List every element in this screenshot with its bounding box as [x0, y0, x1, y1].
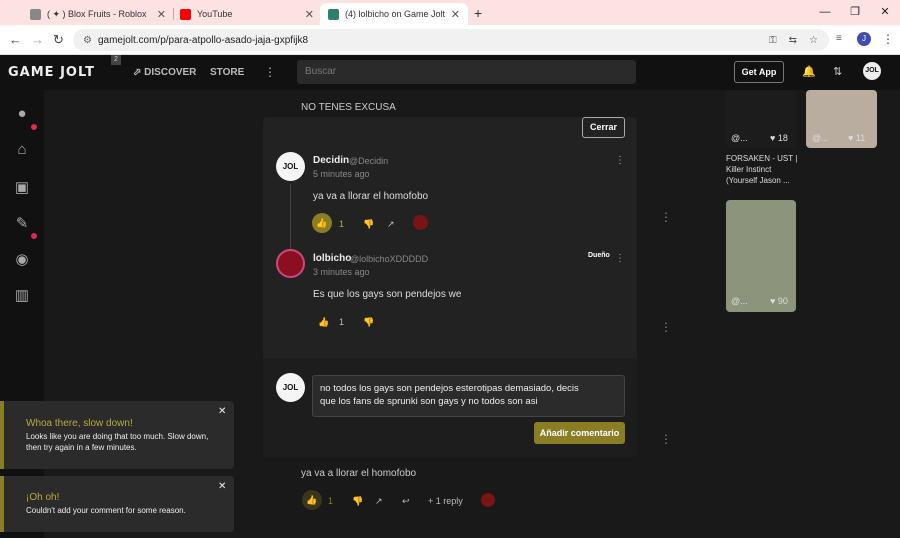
- thumb-author: @...: [731, 296, 748, 306]
- roblox-icon: [30, 8, 41, 20]
- comment-avatar[interactable]: JOL: [276, 152, 305, 181]
- toast-message: Looks like you are doing that too much. …: [26, 432, 209, 452]
- liker-avatar[interactable]: [413, 215, 428, 230]
- close-icon[interactable]: ✕: [451, 8, 460, 21]
- comment-author[interactable]: Decidin: [313, 155, 349, 166]
- comment-menu-icon[interactable]: ⋮: [615, 155, 625, 166]
- dislike-icon[interactable]: 👎: [363, 219, 374, 230]
- tab-blox-fruits[interactable]: ( ✦ ) Blox Fruits - Roblox ✕: [22, 3, 174, 25]
- profile-avatar[interactable]: J: [857, 32, 871, 46]
- share-icon[interactable]: ↗: [387, 219, 395, 230]
- window-controls: — ❐ ✕: [810, 0, 900, 25]
- like-count: 1: [339, 219, 345, 229]
- close-icon[interactable]: ✕: [157, 8, 166, 21]
- comment-menu-icon[interactable]: ⋮: [615, 253, 625, 264]
- library-icon[interactable]: ▥: [10, 284, 34, 308]
- feed-like-count: 1: [328, 496, 334, 506]
- bookmark-star-icon[interactable]: ☆: [809, 35, 818, 46]
- password-key-icon[interactable]: ⚿: [769, 35, 777, 46]
- comment-input[interactable]: no todos los gays son pendejos esterotip…: [312, 375, 625, 417]
- site-info-icon[interactable]: ⚙: [83, 35, 92, 46]
- feed-kebab-icon[interactable]: ⋮: [660, 432, 672, 446]
- feed-like-button[interactable]: 👍: [302, 490, 322, 510]
- extensions-icon[interactable]: ≡: [836, 33, 842, 44]
- toast-title: Whoa there, slow down!: [26, 418, 133, 429]
- translate-icon[interactable]: ⇆: [789, 35, 797, 46]
- owner-badge: Dueño: [588, 252, 610, 259]
- reply-icon[interactable]: ↩: [402, 496, 410, 507]
- thumb-likes: ♥ 18: [770, 133, 788, 143]
- tab-youtube[interactable]: YouTube ✕: [172, 3, 322, 25]
- maximize-icon[interactable]: ❐: [840, 0, 870, 25]
- comment-body: ya va a llorar el homofobo: [313, 191, 429, 202]
- back-icon[interactable]: ←: [9, 32, 22, 47]
- minimize-icon[interactable]: —: [810, 0, 840, 25]
- thumb-likes: ♥ 11: [848, 133, 866, 143]
- forward-icon[interactable]: →: [31, 32, 44, 47]
- feed-comment-text: ya va a llorar el homofobo: [301, 468, 417, 479]
- nav-store[interactable]: STORE: [210, 67, 244, 78]
- thumb-title[interactable]: FORSAKEN - UST | Killer Instinct (Yourse…: [726, 153, 800, 186]
- comment-author[interactable]: lolbicho: [313, 253, 351, 264]
- comment-handle[interactable]: @Decidin: [349, 156, 388, 166]
- reload-icon[interactable]: ↻: [53, 32, 64, 48]
- youtube-icon: [180, 8, 191, 20]
- gamejolt-logo[interactable]: GAME JOLT: [8, 65, 95, 80]
- dislike-icon[interactable]: 👎: [352, 496, 363, 507]
- feed-post-text: NO TENES EXCUSA: [301, 102, 396, 113]
- explore-icon[interactable]: ●: [10, 102, 34, 126]
- close-icon[interactable]: ✕: [218, 406, 226, 417]
- close-window-icon[interactable]: ✕: [870, 0, 900, 25]
- search-input[interactable]: Buscar: [297, 60, 636, 84]
- nav-discover[interactable]: ⬀ DISCOVER: [133, 67, 196, 78]
- like-icon[interactable]: 👍: [318, 317, 329, 328]
- new-tab-button[interactable]: +: [474, 5, 482, 21]
- more-menu-icon[interactable]: ⋮: [264, 65, 276, 79]
- chat-icon[interactable]: ◉: [10, 248, 34, 272]
- address-bar-row: ← → ↻ ⚙ gamejolt.com/p/para-atpollo-asad…: [0, 25, 900, 55]
- liker-avatar[interactable]: [481, 493, 495, 507]
- my-avatar: JOL: [276, 373, 305, 402]
- activity-icon[interactable]: ⇅: [833, 65, 842, 78]
- gamejolt-icon: [328, 8, 339, 20]
- get-app-button[interactable]: Get App: [734, 61, 784, 83]
- share-icon[interactable]: ↗: [375, 496, 383, 507]
- tab-gamejolt-active[interactable]: (4) lolbicho on Game Jolt: "Para ✕: [320, 3, 468, 25]
- comment-avatar[interactable]: [276, 249, 305, 278]
- thread-line: [290, 184, 291, 250]
- comment-time: 5 minutes ago: [313, 169, 370, 179]
- comment-handle[interactable]: @lolbichoXDDDDD: [350, 254, 428, 264]
- error-toast: [0, 476, 234, 532]
- replies-link[interactable]: + 1 reply: [428, 496, 463, 506]
- backpack-icon[interactable]: ▣: [10, 176, 34, 200]
- quests-icon[interactable]: ✎: [10, 212, 34, 236]
- close-modal-button[interactable]: Cerrar: [582, 117, 625, 138]
- omnibox-actions: ⚿ ⇆ ☆: [769, 35, 818, 46]
- user-avatar[interactable]: JOL: [863, 62, 881, 80]
- browser-menu-icon[interactable]: ⋮: [882, 32, 894, 46]
- store-icon[interactable]: ⌂: [10, 138, 34, 162]
- thumb-likes: ♥ 90: [770, 296, 788, 306]
- notifications-bell-icon[interactable]: 🔔: [802, 65, 816, 78]
- toast-message: Couldn't add your comment for some reaso…: [26, 506, 186, 515]
- like-button[interactable]: 👍: [312, 213, 332, 233]
- toast-title: ¡Oh oh!: [26, 492, 60, 503]
- feed-kebab-icon[interactable]: ⋮: [660, 320, 672, 334]
- thumb-author: @...: [812, 133, 829, 143]
- comment-time: 3 minutes ago: [313, 267, 370, 277]
- thumb-author: @...: [731, 133, 748, 143]
- comment-body: Es que los gays son pendejos we: [313, 289, 462, 300]
- like-count: 1: [339, 317, 345, 327]
- add-comment-button[interactable]: Añadir comentario: [534, 422, 625, 444]
- logo-badge: 2: [111, 55, 121, 65]
- notification-dot: [31, 233, 37, 239]
- close-icon[interactable]: ✕: [305, 8, 314, 21]
- notification-dot: [31, 124, 37, 130]
- left-sidebar: ● ⌂ ▣ ✎ ◉ ▥ +: [0, 90, 44, 538]
- url-field[interactable]: ⚙ gamejolt.com/p/para-atpollo-asado-jaja…: [73, 29, 829, 51]
- close-icon[interactable]: ✕: [218, 481, 226, 492]
- feed-kebab-icon[interactable]: ⋮: [660, 210, 672, 224]
- dislike-icon[interactable]: 👎: [363, 317, 374, 328]
- browser-tab-strip: ( ✦ ) Blox Fruits - Roblox ✕ YouTube ✕ (…: [0, 0, 900, 25]
